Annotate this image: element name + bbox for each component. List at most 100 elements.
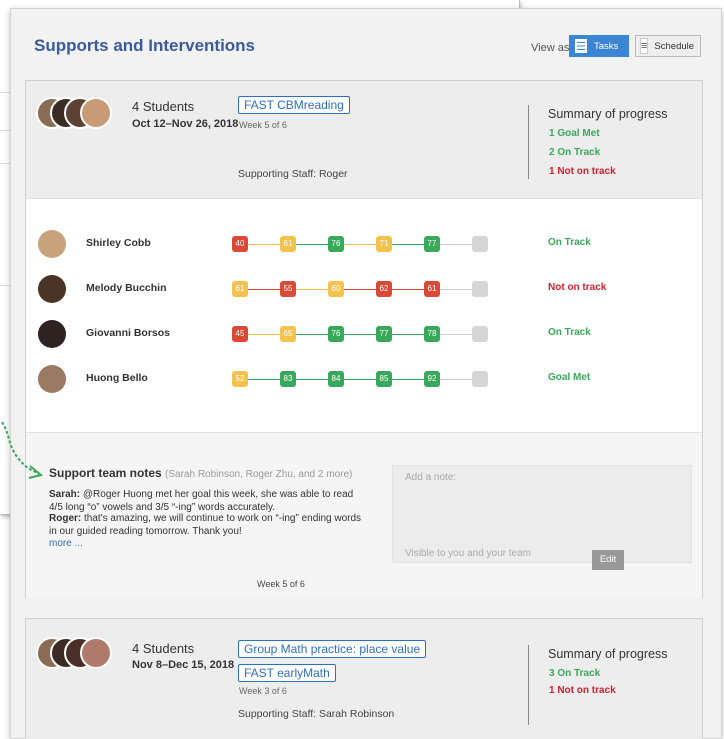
score-badge[interactable]: 84 <box>328 371 344 387</box>
summary-on-track: 3 On Track <box>549 668 601 679</box>
students-count: 4 Students <box>132 641 195 656</box>
add-note-input[interactable]: Add a note: Visible to you and your team <box>392 465 692 563</box>
score-badge[interactable]: 62 <box>376 281 392 297</box>
student-name: Giovanni Borsos <box>86 327 171 339</box>
score-connector <box>344 334 376 335</box>
summary-not-on-track: 1 Not on track <box>549 685 616 696</box>
student-status: On Track <box>548 237 591 248</box>
student-status: Goal Met <box>548 372 591 383</box>
score-badge[interactable]: 85 <box>376 371 392 387</box>
note-item: Sarah: @Roger Huong met her goal this we… <box>49 488 369 514</box>
note-text: @Roger Huong met her goal this week, she… <box>49 489 354 513</box>
visibility-hint: Visible to you and your team <box>405 548 532 559</box>
score-badge[interactable]: 61 <box>232 281 248 297</box>
score-connector <box>296 289 328 290</box>
score-badge[interactable]: 77 <box>424 236 440 252</box>
score-connector <box>248 379 280 380</box>
score-connector <box>296 379 328 380</box>
clipboard-icon: ☰ <box>574 38 588 54</box>
score-badge[interactable]: 55 <box>280 281 296 297</box>
score-connector <box>248 244 280 245</box>
score-badge[interactable]: 71 <box>376 236 392 252</box>
score-badge[interactable]: 60 <box>328 281 344 297</box>
group-week: Week 3 of 6 <box>239 686 287 696</box>
student-status: On Track <box>548 327 591 338</box>
student-status: Not on track <box>548 282 607 293</box>
summary-on-track: 2 On Track <box>549 147 601 158</box>
support-team-notes: Support team notes (Sarah Robinson, Roge… <box>26 432 702 598</box>
summary-title: Summary of progress <box>548 647 668 661</box>
note-author: Sarah: <box>49 489 81 500</box>
intervention-group-card: 4 Students Nov 8–Dec 15, 2018 Group Math… <box>25 618 703 739</box>
score-badge[interactable]: 78 <box>424 326 440 342</box>
student-photo <box>38 275 66 303</box>
score-badge[interactable]: 76 <box>328 326 344 342</box>
list-icon: ≡ <box>640 38 649 54</box>
note-item: Roger: that's amazing, we will continue … <box>49 512 369 538</box>
program-tag[interactable]: Group Math practice: place value <box>238 640 427 658</box>
schedule-view-label: Schedule <box>654 40 695 52</box>
student-name: Melody Bucchin <box>86 282 167 294</box>
student-avatars[interactable] <box>36 97 116 133</box>
program-tag[interactable]: FAST earlyMath <box>238 664 336 682</box>
score-connector <box>392 334 424 335</box>
score-connector <box>392 244 424 245</box>
score-badge[interactable]: 65 <box>280 326 296 342</box>
score-badge[interactable]: 83 <box>280 371 296 387</box>
score-badge[interactable]: 61 <box>280 236 296 252</box>
student-row[interactable]: Huong Bello Goal Met 52 83 84 85 92 <box>26 362 702 398</box>
group-dates: Nov 8–Dec 15, 2018 <box>132 659 235 671</box>
supports-panel: Supports and Interventions View as ☰ Tas… <box>10 8 722 739</box>
score-badge[interactable]: 92 <box>424 371 440 387</box>
intervention-group-card: 4 Students Oct 12–Nov 26, 2018 FAST CBMr… <box>25 80 703 598</box>
arrow-doodle-icon <box>1 421 44 479</box>
schedule-view-button[interactable]: ≡ Schedule <box>635 35 701 57</box>
score-badge[interactable]: 76 <box>328 236 344 252</box>
score-badge[interactable]: 40 <box>232 236 248 252</box>
score-badge[interactable]: 77 <box>376 326 392 342</box>
students-count: 4 Students <box>132 99 195 114</box>
student-photo <box>38 230 66 258</box>
score-badge-empty <box>472 281 488 297</box>
score-connector <box>440 334 472 335</box>
group-dates: Oct 12–Nov 26, 2018 <box>132 118 239 130</box>
summary-not-on-track: 1 Not on track <box>549 166 616 177</box>
notes-participants: (Sarah Robinson, Roger Zhu, and 2 more) <box>165 469 353 480</box>
score-badge-empty <box>472 236 488 252</box>
group-week: Week 5 of 6 <box>239 120 287 130</box>
tasks-view-button[interactable]: ☰ Tasks <box>569 35 629 57</box>
more-notes-link[interactable]: more ... <box>49 538 83 549</box>
summary-divider <box>528 645 529 725</box>
score-badge[interactable]: 61 <box>424 281 440 297</box>
score-connector <box>248 289 280 290</box>
avatar <box>80 637 112 669</box>
group-summary: 4 Students Oct 12–Nov 26, 2018 FAST CBMr… <box>26 81 702 199</box>
student-row[interactable]: Melody Bucchin Not on track 61 55 60 62 61 <box>26 272 702 308</box>
score-connector <box>344 289 376 290</box>
program-tag[interactable]: FAST CBMreading <box>238 96 350 114</box>
add-note-placeholder: Add a note: <box>405 472 457 483</box>
note-author: Roger: <box>49 513 82 524</box>
score-connector <box>440 379 472 380</box>
score-badge[interactable]: 52 <box>232 371 248 387</box>
score-badge[interactable]: 45 <box>232 326 248 342</box>
score-connector <box>344 379 376 380</box>
student-row[interactable]: Shirley Cobb On Track 40 61 76 71 77 <box>26 227 702 263</box>
score-connector <box>296 334 328 335</box>
student-name: Shirley Cobb <box>86 237 151 249</box>
score-connector <box>440 244 472 245</box>
notes-title: Support team notes (Sarah Robinson, Roge… <box>49 466 352 480</box>
score-connector <box>248 334 280 335</box>
supporting-staff: Supporting Staff: Sarah Robinson <box>238 708 395 720</box>
panel-header: Supports and Interventions View as ☰ Tas… <box>11 9 721 79</box>
student-row[interactable]: Giovanni Borsos On Track 45 65 76 77 78 <box>26 317 702 353</box>
group-summary: 4 Students Nov 8–Dec 15, 2018 Group Math… <box>26 619 702 739</box>
student-name: Huong Bello <box>86 372 148 384</box>
summary-goal-met: 1 Goal Met <box>549 128 600 139</box>
page-title: Supports and Interventions <box>34 36 256 55</box>
notes-week: Week 5 of 6 <box>257 579 305 589</box>
student-avatars[interactable] <box>36 637 116 673</box>
score-connector <box>296 244 328 245</box>
edit-button[interactable]: Edit <box>592 550 624 570</box>
avatar <box>80 97 112 129</box>
